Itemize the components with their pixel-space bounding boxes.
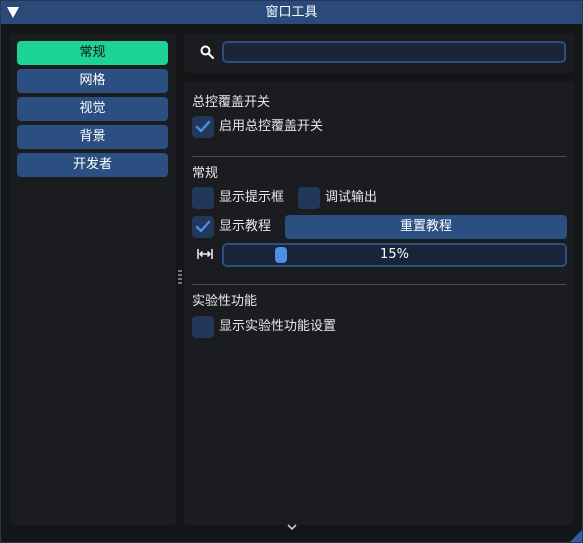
sidebar-item-background[interactable]: 背景	[17, 125, 168, 149]
master-override-checkbox[interactable]	[192, 116, 214, 138]
window-tool: 窗口工具 常规 网格 视觉 背景 开发者 总控覆盖开关 启用总控覆盖开关 常规 …	[0, 0, 583, 543]
section-title-master: 总控覆盖开关	[192, 95, 271, 110]
search-bar	[184, 33, 574, 73]
divider	[192, 284, 566, 285]
search-icon	[200, 45, 214, 59]
sidebar-item-general[interactable]: 常规	[17, 41, 168, 65]
title-bar[interactable]: 窗口工具	[1, 1, 582, 24]
show-tooltips-label: 显示提示框	[219, 190, 285, 205]
sidebar-item-visual[interactable]: 视觉	[17, 97, 168, 121]
show-tutorial-label: 显示教程	[219, 219, 272, 234]
chevron-down-icon[interactable]	[287, 522, 297, 532]
divider	[192, 156, 566, 157]
debug-output-label: 调试输出	[325, 190, 378, 205]
reset-tutorial-button[interactable]: 重置教程	[285, 215, 567, 239]
collapse-triangle-icon[interactable]	[7, 7, 19, 18]
master-override-label: 启用总控覆盖开关	[219, 119, 324, 134]
section-title-general: 常规	[192, 166, 219, 181]
splitter-handle[interactable]	[178, 269, 182, 285]
show-tutorial-checkbox[interactable]	[192, 216, 214, 238]
search-input[interactable]	[222, 41, 566, 63]
slider-value: 15%	[380, 247, 409, 262]
sidebar-item-grid[interactable]: 网格	[17, 69, 168, 93]
resize-grip[interactable]	[570, 530, 582, 542]
sidebar-item-developer[interactable]: 开发者	[17, 153, 168, 177]
sidebar: 常规 网格 视觉 背景 开发者	[9, 33, 176, 525]
section-title-experimental: 实验性功能	[192, 294, 258, 309]
settings-panel: 总控覆盖开关 启用总控覆盖开关 常规 显示提示框 调试输出 显示教程 重置教程	[184, 81, 574, 525]
show-tooltips-checkbox[interactable]	[192, 187, 214, 209]
width-slider[interactable]: 15%	[222, 243, 567, 267]
debug-output-checkbox[interactable]	[298, 187, 320, 209]
window-title: 窗口工具	[265, 5, 318, 20]
checkmark-icon	[195, 220, 211, 233]
show-experimental-checkbox[interactable]	[192, 316, 214, 338]
width-arrows-icon	[197, 249, 213, 259]
show-experimental-label: 显示实验性功能设置	[219, 319, 337, 334]
checkmark-icon	[195, 120, 211, 133]
